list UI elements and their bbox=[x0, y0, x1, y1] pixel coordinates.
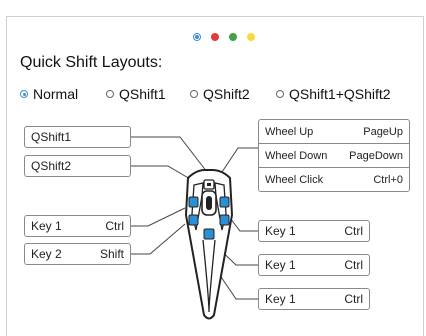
wheel-name: Wheel Click bbox=[265, 173, 324, 186]
key-action: Ctrl bbox=[344, 258, 363, 272]
wheel-up-row[interactable]: Wheel Up PageUp bbox=[259, 120, 409, 144]
key-name: Key 1 bbox=[265, 292, 296, 306]
key1-right-mapping-3[interactable]: Key 1 Ctrl bbox=[258, 288, 370, 310]
key1-right-mapping-1[interactable]: Key 1 Ctrl bbox=[258, 220, 370, 242]
key-action: Ctrl bbox=[105, 219, 124, 233]
wheel-mapping-table: Wheel Up PageUp Wheel Down PageDown Whee… bbox=[258, 119, 410, 192]
wheel-down-row[interactable]: Wheel Down PageDown bbox=[259, 144, 409, 168]
key-name: Key 1 bbox=[31, 219, 62, 233]
mouse-device bbox=[184, 169, 234, 320]
key-action: Ctrl bbox=[344, 224, 363, 238]
key-action: Shift bbox=[99, 247, 124, 261]
wheel-action: PageDown bbox=[349, 149, 403, 162]
qshift1-button-box[interactable]: QShift1 bbox=[24, 126, 131, 148]
wheel-action: PageUp bbox=[363, 125, 403, 138]
button-label: QShift2 bbox=[31, 159, 72, 173]
key-name: Key 2 bbox=[31, 247, 62, 261]
wheel-name: Wheel Up bbox=[265, 125, 314, 138]
key2-left-mapping[interactable]: Key 2 Shift bbox=[24, 243, 131, 265]
key-name: Key 1 bbox=[265, 224, 296, 238]
button-label: QShift1 bbox=[31, 130, 72, 144]
key1-right-mapping-2[interactable]: Key 1 Ctrl bbox=[258, 254, 370, 276]
key-action: Ctrl bbox=[344, 292, 363, 306]
wheel-name: Wheel Down bbox=[265, 149, 328, 162]
key-name: Key 1 bbox=[265, 258, 296, 272]
wheel-action: Ctrl+0 bbox=[373, 173, 403, 186]
qshift2-button-box[interactable]: QShift2 bbox=[24, 155, 131, 177]
key1-left-mapping[interactable]: Key 1 Ctrl bbox=[24, 215, 131, 237]
wheel-click-row[interactable]: Wheel Click Ctrl+0 bbox=[259, 168, 409, 191]
